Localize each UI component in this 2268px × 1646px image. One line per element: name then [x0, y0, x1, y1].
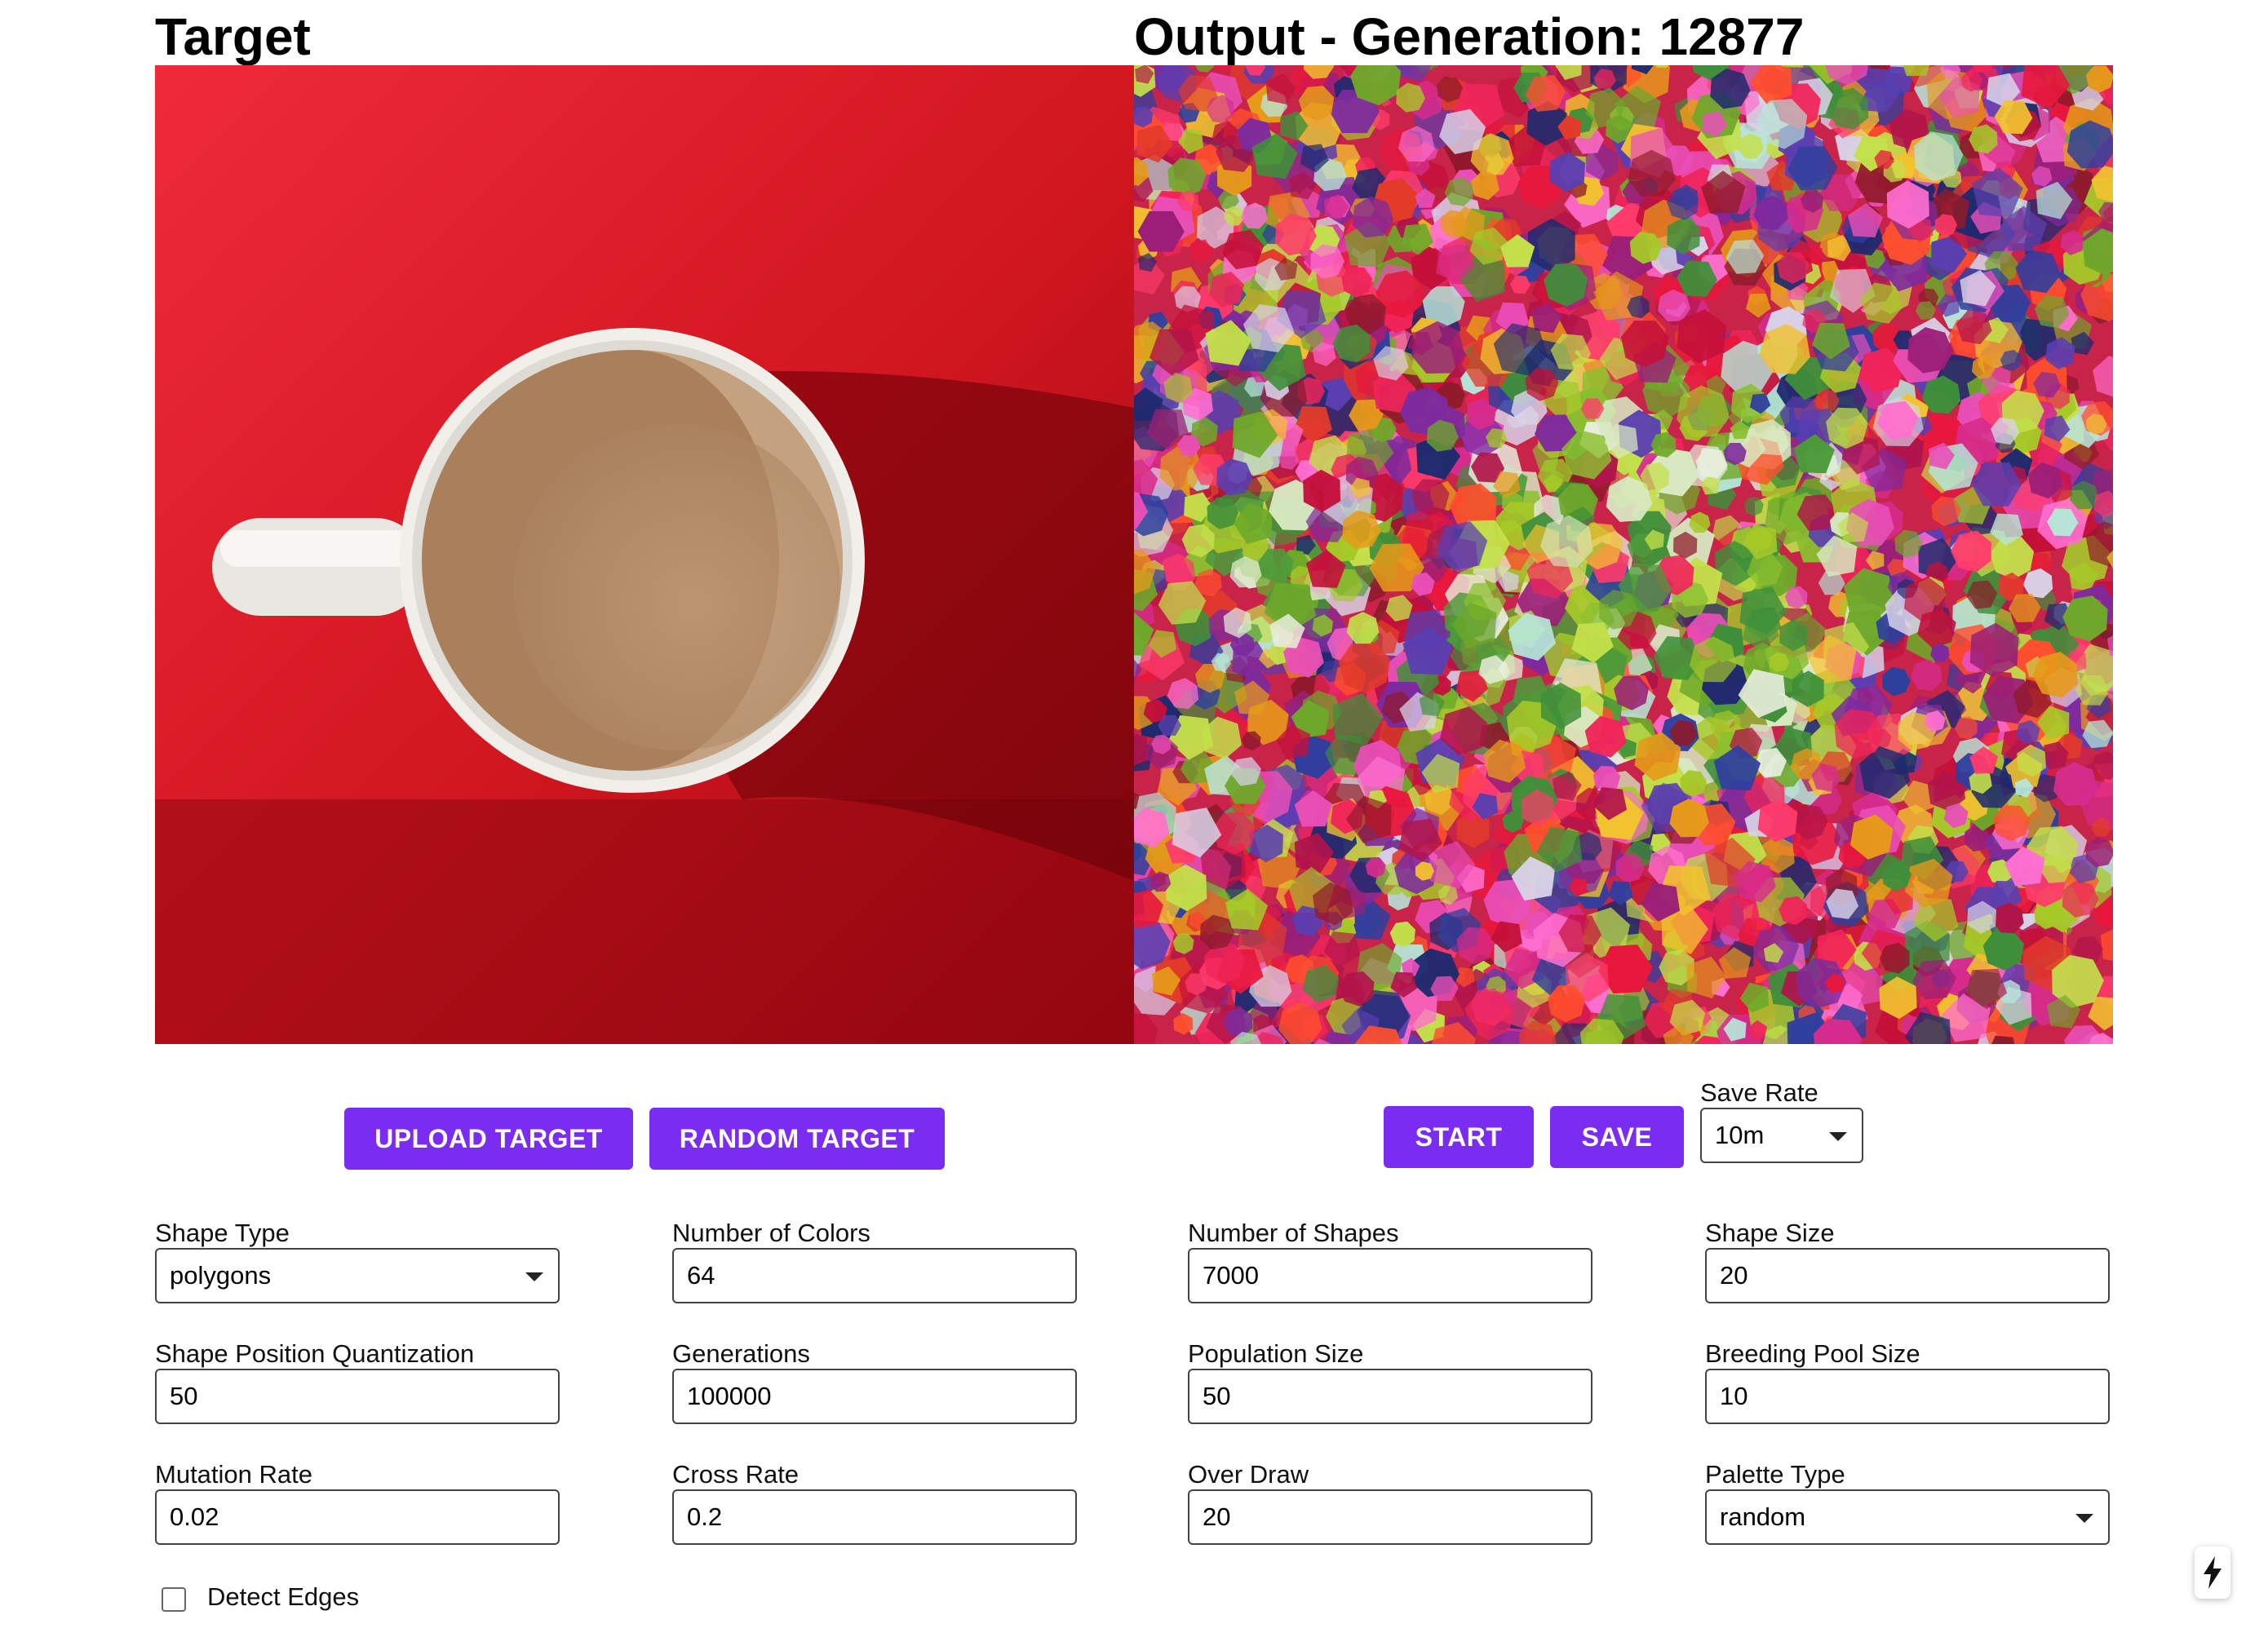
cross-rate-value: 0.2: [687, 1502, 723, 1531]
breeding-pool-size-value: 10: [1720, 1382, 1748, 1410]
shape-size-input[interactable]: 20: [1705, 1248, 2110, 1303]
quick-action-button[interactable]: [2195, 1546, 2230, 1599]
shape-type-select[interactable]: polygons: [155, 1248, 560, 1303]
shape-size-value: 20: [1720, 1261, 1748, 1290]
save-rate-label: Save Rate: [1700, 1078, 1818, 1107]
population-size-value: 50: [1203, 1382, 1231, 1410]
population-size-label: Population Size: [1188, 1339, 1364, 1368]
number-of-colors-input[interactable]: 64: [672, 1248, 1077, 1303]
lightning-bolt-icon: [2204, 1556, 2221, 1589]
target-title: Target: [155, 7, 311, 66]
shape-position-quantization-label: Shape Position Quantization: [155, 1339, 475, 1368]
mosaic-shape: [1882, 666, 1911, 697]
mutation-rate-input[interactable]: 0.02: [155, 1489, 560, 1545]
cross-rate-input[interactable]: 0.2: [672, 1489, 1077, 1545]
palette-type-value: random: [1720, 1502, 1806, 1531]
target-image: [155, 65, 1134, 1044]
cross-rate-label: Cross Rate: [672, 1460, 800, 1489]
over-draw-input[interactable]: 20: [1188, 1489, 1592, 1545]
breeding-pool-size-label: Breeding Pool Size: [1705, 1339, 1920, 1368]
number-of-shapes-value: 7000: [1203, 1261, 1259, 1290]
chevron-down-icon: [2075, 1514, 2093, 1523]
coffee-mug-illustration: [155, 65, 1134, 1044]
generations-input[interactable]: 100000: [672, 1369, 1077, 1424]
save-rate-value: 10m: [1715, 1121, 1765, 1149]
mosaic-shape: [1134, 1013, 1158, 1044]
chevron-down-icon: [525, 1272, 543, 1281]
mosaic-shape: [2093, 356, 2113, 397]
shape-type-label: Shape Type: [155, 1219, 290, 1247]
over-draw-label: Over Draw: [1188, 1460, 1309, 1489]
mutation-rate-label: Mutation Rate: [155, 1460, 312, 1489]
mosaic-shape: [2100, 929, 2113, 962]
shape-size-label: Shape Size: [1705, 1219, 1835, 1247]
mosaic-shape: [1195, 65, 1215, 73]
start-button[interactable]: START: [1384, 1106, 1534, 1168]
generations-label: Generations: [672, 1339, 810, 1368]
number-of-shapes-label: Number of Shapes: [1188, 1219, 1399, 1247]
over-draw-value: 20: [1203, 1502, 1231, 1531]
generated-shapes-mosaic: [1134, 65, 2113, 1044]
save-button[interactable]: SAVE: [1550, 1106, 1684, 1168]
breeding-pool-size-input[interactable]: 10: [1705, 1369, 2110, 1424]
detect-edges-label: Detect Edges: [207, 1582, 360, 1611]
random-target-button[interactable]: RANDOM TARGET: [649, 1108, 945, 1170]
output-title: Output - Generation: 12877: [1134, 7, 1805, 66]
number-of-colors-value: 64: [687, 1261, 715, 1290]
detect-edges-checkbox[interactable]: [162, 1587, 186, 1612]
mosaic-shape: [1911, 659, 1942, 691]
shape-type-value: polygons: [170, 1261, 272, 1290]
palette-type-label: Palette Type: [1705, 1460, 1845, 1489]
mutation-rate-value: 0.02: [170, 1502, 219, 1531]
shape-position-quantization-input[interactable]: 50: [155, 1369, 560, 1424]
number-of-colors-label: Number of Colors: [672, 1219, 870, 1247]
upload-target-button[interactable]: UPLOAD TARGET: [344, 1108, 633, 1170]
save-rate-select[interactable]: 10m: [1700, 1108, 1863, 1163]
chevron-down-icon: [1829, 1132, 1847, 1141]
output-canvas: [1134, 65, 2113, 1044]
shape-position-quantization-value: 50: [170, 1382, 198, 1410]
number-of-shapes-input[interactable]: 7000: [1188, 1248, 1592, 1303]
generations-value: 100000: [687, 1382, 772, 1410]
population-size-input[interactable]: 50: [1188, 1369, 1592, 1424]
palette-type-select[interactable]: random: [1705, 1489, 2110, 1545]
